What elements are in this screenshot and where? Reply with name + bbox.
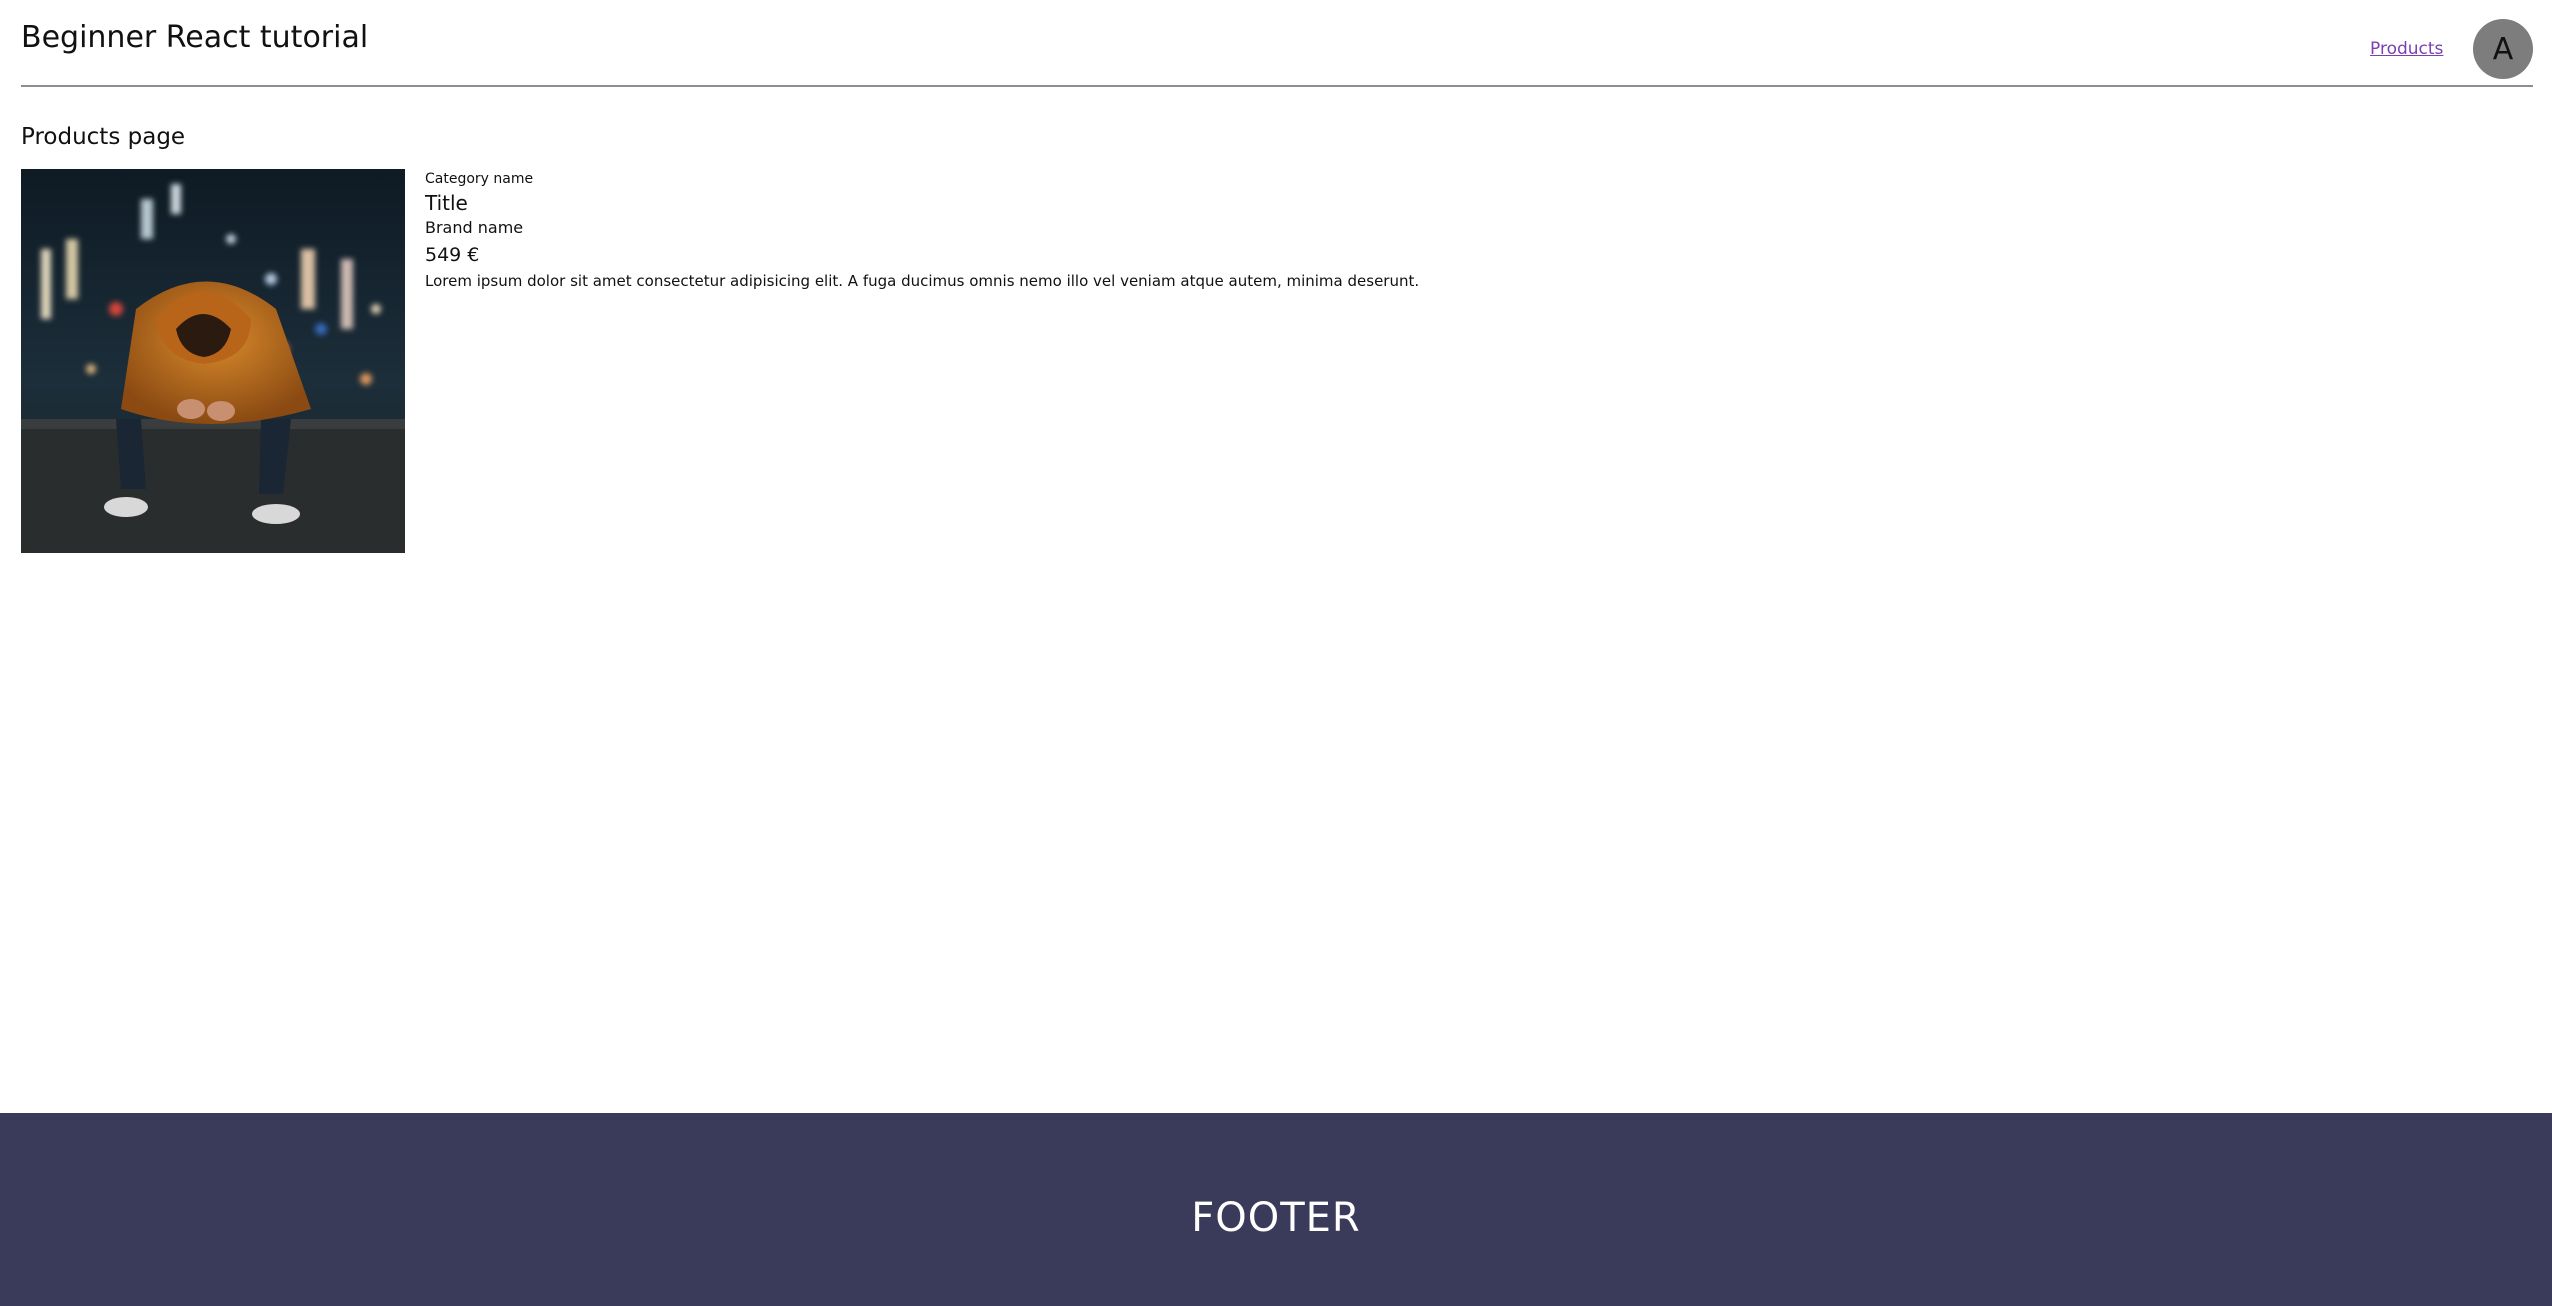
product-price: 549 € [425, 244, 480, 266]
site-header: Beginner React tutorial Products A [21, 0, 2533, 87]
site-title: Beginner React tutorial [21, 20, 369, 55]
product-category: Category name [425, 171, 534, 187]
product-description: Lorem ipsum dolor sit amet consectetur a… [425, 272, 1420, 290]
nav-link-products[interactable]: Products [2370, 38, 2443, 60]
site-footer: FOOTER [0, 1113, 2552, 1306]
footer-text: FOOTER [1191, 1195, 1361, 1241]
product-image [21, 169, 405, 553]
avatar[interactable]: A [2473, 19, 2533, 79]
page-heading: Products page [21, 124, 186, 150]
product-brand: Brand name [425, 218, 524, 237]
page: Beginner React tutorial Products A Produ… [0, 0, 2552, 1306]
product-title: Title [425, 191, 468, 215]
